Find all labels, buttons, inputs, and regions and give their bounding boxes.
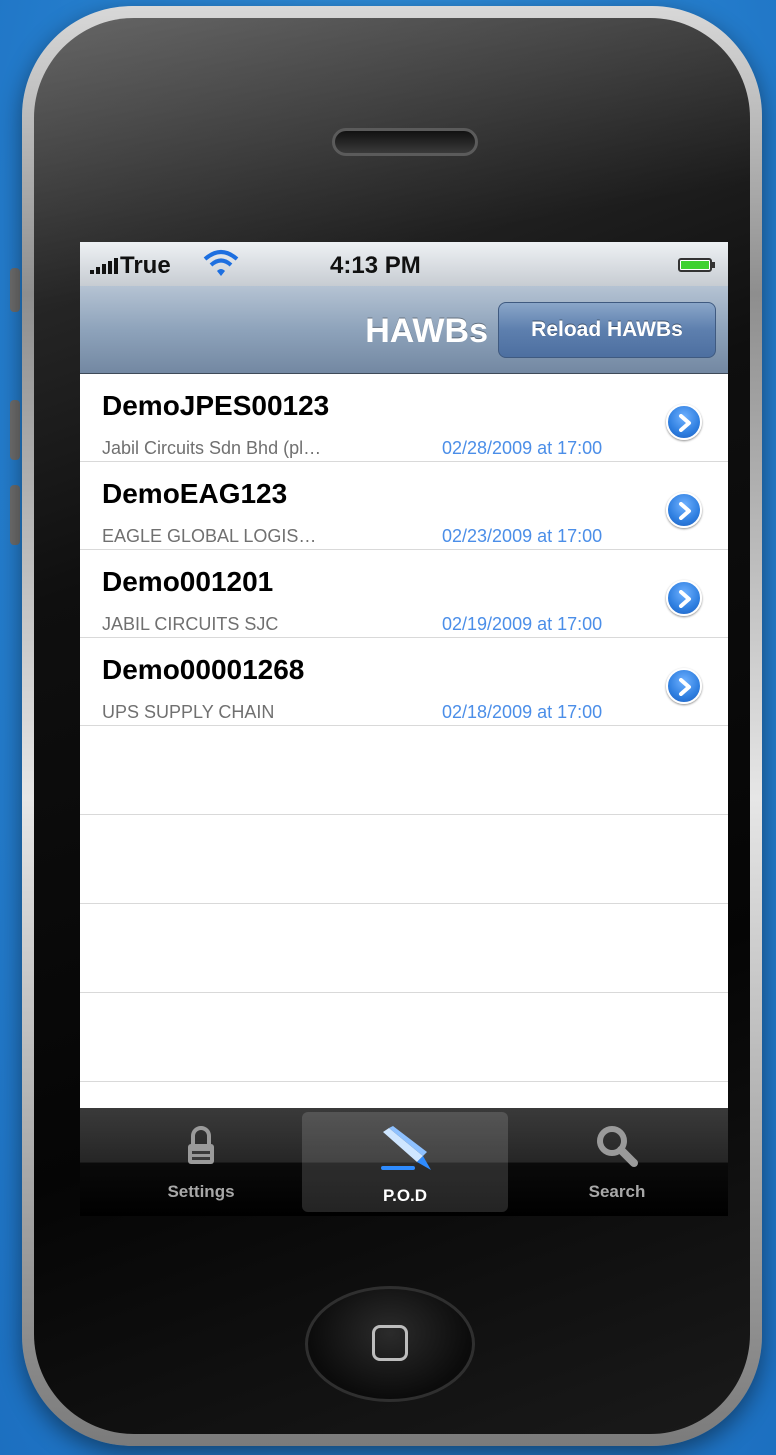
hawb-customer: Jabil Circuits Sdn Bhd (pl… [102,438,322,458]
list-item[interactable]: DemoJPES00123 Jabil Circuits Sdn Bhd (pl… [80,374,728,462]
detail-disclosure-icon[interactable] [666,668,702,704]
hawb-customer: UPS SUPPLY CHAIN [102,702,275,722]
hawb-customer: EAGLE GLOBAL LOGIS… [102,526,317,546]
magnifier-icon [595,1120,639,1172]
battery-tip [712,262,715,268]
tab-search[interactable]: Search [514,1108,720,1216]
empty-row [80,904,728,993]
earpiece-speaker [332,128,478,156]
list-item[interactable]: Demo001201 JABIL CIRCUITS SJC 02/19/2009… [80,550,728,638]
tab-label: Search [588,1182,646,1201]
hawb-list: DemoJPES00123 Jabil Circuits Sdn Bhd (pl… [80,374,728,1082]
carrier-name: True [120,252,171,279]
empty-row [80,815,728,904]
navigation-bar: HAWBs Reload HAWBs [80,286,728,374]
reload-hawbs-button[interactable]: Reload HAWBs [498,302,716,358]
home-button[interactable] [305,1286,475,1402]
ringer-switch [10,268,20,312]
hawb-number: DemoEAG123 [102,478,288,509]
page-title: HAWBs [365,312,488,350]
hawb-customer: JABIL CIRCUITS SJC [102,614,279,634]
detail-disclosure-icon[interactable] [666,492,702,528]
lock-icon [184,1120,218,1172]
status-time: 4:13 PM [330,252,421,279]
detail-disclosure-icon[interactable] [666,580,702,616]
tab-settings[interactable]: Settings [98,1108,304,1216]
home-square-icon [372,1325,408,1361]
battery-icon [678,258,712,272]
hawb-date: 02/18/2009 at 17:00 [442,702,603,722]
hawb-date: 02/23/2009 at 17:00 [442,526,603,546]
hawb-number: Demo00001268 [102,654,305,685]
empty-row [80,726,728,815]
list-item[interactable]: Demo00001268 UPS SUPPLY CHAIN 02/18/2009… [80,638,728,726]
screen: True 4:13 PM HAWBs Reload HAWBs DemoJPES… [80,242,728,1216]
hawb-number: DemoJPES00123 [102,390,330,421]
signal-strength-icon [90,258,118,274]
volume-up-button [10,400,20,460]
tab-pod[interactable]: P.O.D [302,1112,508,1212]
empty-row [80,993,728,1082]
list-item[interactable]: DemoEAG123 EAGLE GLOBAL LOGIS… 02/23/200… [80,462,728,550]
tab-bar: Settings P.O.D Search [80,1108,728,1216]
hawb-date: 02/19/2009 at 17:00 [442,614,603,634]
wifi-icon [202,248,240,285]
hawb-number: Demo001201 [102,566,274,597]
status-bar: True 4:13 PM [80,242,728,286]
hawb-date: 02/28/2009 at 17:00 [442,438,603,458]
detail-disclosure-icon[interactable] [666,404,702,440]
pen-icon [375,1124,435,1176]
volume-down-button [10,485,20,545]
tab-label: P.O.D [382,1186,428,1205]
tab-label: Settings [167,1182,235,1201]
